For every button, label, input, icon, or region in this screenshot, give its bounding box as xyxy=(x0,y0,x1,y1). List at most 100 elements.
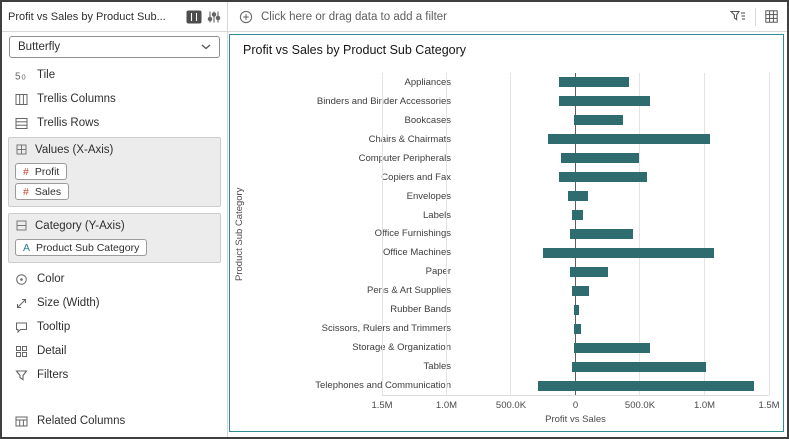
sales-bar[interactable] xyxy=(575,96,651,107)
visualization-panel[interactable]: Profit vs Sales by Product Sub Category … xyxy=(229,34,784,432)
profit-bar[interactable] xyxy=(559,96,576,107)
measure-pill-profit[interactable]: # Profit xyxy=(15,163,68,180)
sales-bar[interactable] xyxy=(575,247,715,258)
drop-target-color[interactable]: Color xyxy=(7,267,222,291)
x-tick-label: 500.0K xyxy=(495,400,527,411)
sales-bar[interactable] xyxy=(575,210,583,221)
measure-hash-icon: # xyxy=(23,165,29,178)
drop-target-label: Filters xyxy=(37,369,69,381)
bar-row xyxy=(382,338,769,357)
profit-bar[interactable] xyxy=(547,134,576,145)
drop-target-trellis-rows[interactable]: Trellis Rows xyxy=(7,111,222,135)
profit-bar[interactable] xyxy=(558,77,576,88)
x-tick-label: 0 xyxy=(572,400,579,411)
sales-bar[interactable] xyxy=(575,172,648,183)
pill-label: Profit xyxy=(34,165,60,178)
viz-tab-title: Profit vs Sales by Product Sub... xyxy=(8,10,166,23)
plot-area xyxy=(381,73,770,396)
drop-target-label: Tooltip xyxy=(37,321,71,333)
measure-hash-icon: # xyxy=(23,185,29,198)
bar-row xyxy=(382,281,769,300)
profit-bar[interactable] xyxy=(538,380,576,391)
pill-label: Product Sub Category xyxy=(36,241,140,254)
drop-target-label: Color xyxy=(37,273,65,285)
profit-bar[interactable] xyxy=(560,153,576,164)
pill-label: Sales xyxy=(34,185,62,198)
bar-row xyxy=(382,225,769,244)
svg-text:0: 0 xyxy=(22,72,26,81)
filter-bar[interactable]: Click here or drag data to add a filter xyxy=(228,2,721,31)
sales-bar[interactable] xyxy=(575,361,706,372)
sliders-icon xyxy=(207,10,221,24)
detail-icon xyxy=(14,344,28,358)
x-axis-title: Profit vs Sales xyxy=(545,414,606,425)
svg-text:5: 5 xyxy=(15,71,21,82)
grid-icon xyxy=(765,10,778,23)
chevron-down-icon xyxy=(201,44,211,50)
top-bar-actions xyxy=(721,2,787,31)
viz-type-value: Butterfly xyxy=(18,41,61,53)
sales-bar[interactable] xyxy=(575,134,710,145)
sales-bar[interactable] xyxy=(575,191,589,202)
sales-bar[interactable] xyxy=(575,342,651,353)
bar-row xyxy=(382,92,769,111)
category-zone-label: Category (Y-Axis) xyxy=(35,219,125,232)
color-icon xyxy=(14,272,28,286)
drop-target-label: Tile xyxy=(37,69,56,81)
drop-target-label: Size (Width) xyxy=(37,297,100,309)
sales-bar[interactable] xyxy=(575,380,754,391)
drop-target-detail[interactable]: Detail xyxy=(7,339,222,363)
add-filter-icon xyxy=(239,10,253,24)
drop-target-size[interactable]: Size (Width) xyxy=(7,291,222,315)
x-tick-label: 1.0M xyxy=(693,400,716,411)
bar-row xyxy=(382,319,769,338)
values-x-axis-zone[interactable]: Values (X-Axis) # Profit # Sales xyxy=(8,137,221,207)
sales-bar[interactable] xyxy=(575,77,630,88)
trellis-rows-icon xyxy=(14,116,28,130)
bar-row xyxy=(382,243,769,262)
sales-bar[interactable] xyxy=(575,228,633,239)
x-tick-label: 1.5M xyxy=(758,400,780,411)
sales-bar[interactable] xyxy=(575,285,590,296)
attribute-a-icon: A xyxy=(23,241,31,254)
toolbar-divider xyxy=(755,7,756,26)
sales-bar[interactable] xyxy=(575,115,624,126)
attribute-pill-product-sub-category[interactable]: A Product Sub Category xyxy=(15,239,148,256)
bar-row xyxy=(382,376,769,395)
viz-type-dropdown[interactable]: Butterfly xyxy=(9,36,220,58)
drop-target-tooltip[interactable]: Tooltip xyxy=(7,315,222,339)
grammar-panel-icon xyxy=(186,10,202,24)
bar-row xyxy=(382,300,769,319)
sales-bar[interactable] xyxy=(575,266,608,277)
x-tick-label: 1.5M xyxy=(371,400,393,411)
drop-target-tile[interactable]: 50 Tile xyxy=(7,63,222,87)
sales-bar[interactable] xyxy=(575,153,639,164)
drop-target-trellis-columns[interactable]: Trellis Columns xyxy=(7,87,222,111)
profit-bar[interactable] xyxy=(558,172,576,183)
sales-bar[interactable] xyxy=(575,323,582,334)
canvas-region: Profit vs Sales by Product Sub Category … xyxy=(228,32,787,437)
size-icon xyxy=(14,296,28,310)
properties-button[interactable] xyxy=(207,10,221,24)
funnel-icon xyxy=(14,368,28,382)
x-tick-label: 500.0K xyxy=(624,400,656,411)
bar-row xyxy=(382,168,769,187)
values-zone-header: Values (X-Axis) xyxy=(14,139,215,160)
drop-target-label: Trellis Rows xyxy=(37,117,100,129)
measure-pill-sales[interactable]: # Sales xyxy=(15,183,70,200)
category-y-axis-zone[interactable]: Category (Y-Axis) A Product Sub Category xyxy=(8,213,221,263)
profit-bar[interactable] xyxy=(542,247,576,258)
grammar-panel-toggle-button[interactable] xyxy=(186,10,202,24)
profit-bar[interactable] xyxy=(568,191,576,202)
funnel-lines-icon xyxy=(730,10,746,23)
viz-header: Profit vs Sales by Product Sub... xyxy=(2,2,228,31)
drop-target-filters[interactable]: Filters xyxy=(7,363,222,387)
drop-target-label: Trellis Columns xyxy=(37,93,116,105)
values-zone-label: Values (X-Axis) xyxy=(35,143,114,156)
related-columns-item[interactable]: Related Columns xyxy=(7,409,222,433)
filter-options-button[interactable] xyxy=(730,10,746,23)
layout-grid-button[interactable] xyxy=(765,10,778,23)
related-columns-icon xyxy=(14,414,28,428)
sales-bar[interactable] xyxy=(575,304,580,315)
x-axis-ticks: 1.5M 1.0M 500.0K 0 500.0K 1.0M 1.5M xyxy=(371,400,779,412)
